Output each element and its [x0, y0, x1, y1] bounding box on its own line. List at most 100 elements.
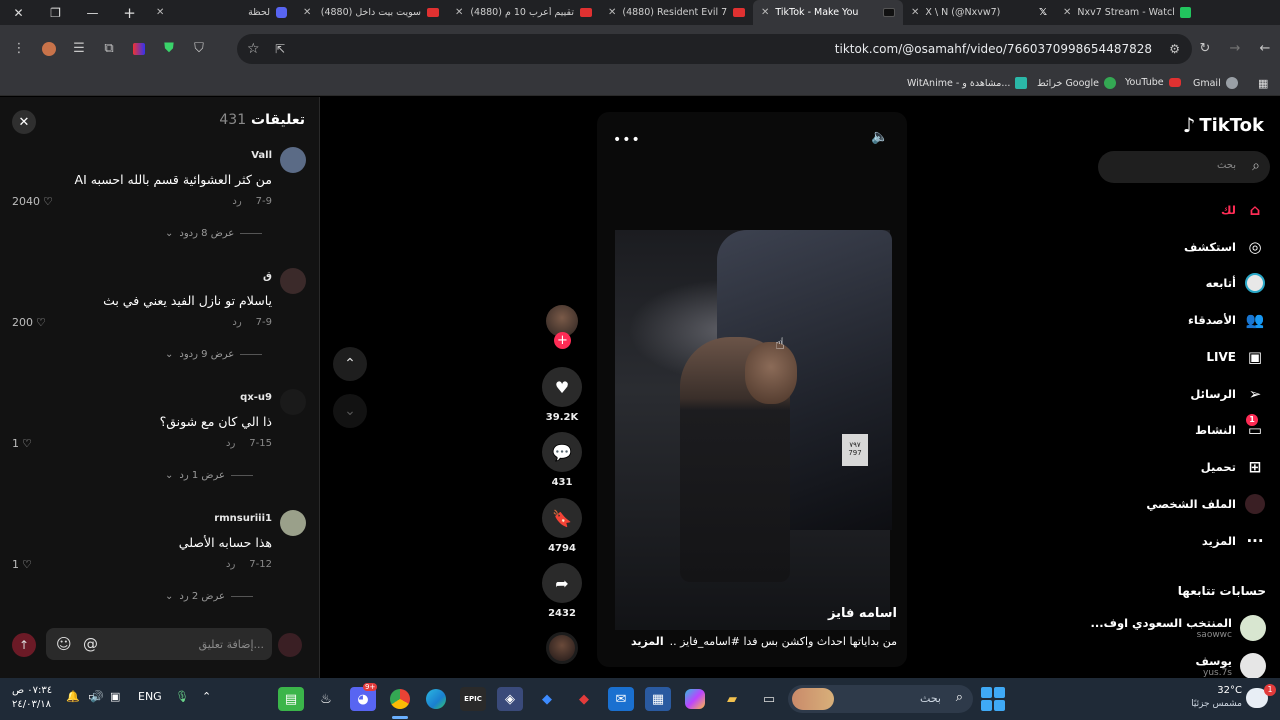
omnibox[interactable]: ☆ ⇱ tiktok.com/@osamahf/video/7660370998…	[237, 34, 1192, 64]
app-icon[interactable]: ▤	[278, 687, 304, 711]
like-comment-button[interactable]: 1 ♡	[12, 437, 32, 450]
tiktok-logo[interactable]: ♪ TikTok	[1183, 113, 1264, 137]
close-window-button[interactable]: ✕	[0, 0, 37, 25]
close-tab-icon[interactable]: ✕	[156, 7, 164, 18]
comment-input[interactable]: ☺ @ إضافة تعليق...	[46, 628, 272, 660]
nav-following[interactable]: أتابعه	[1206, 271, 1266, 295]
close-tab-icon[interactable]: ✕	[1063, 7, 1071, 18]
avatar[interactable]	[280, 268, 306, 294]
url-text[interactable]: tiktok.com/@osamahf/video/76603709986544…	[835, 42, 1152, 56]
previous-video-button[interactable]: ⌃	[333, 347, 367, 381]
view-replies-button[interactable]: عرض 2 رد ⌄	[165, 591, 253, 602]
reply-button[interactable]: رد	[226, 438, 235, 449]
nav-messages[interactable]: ➢ الرسائل	[1190, 382, 1266, 406]
tab-youtube-2[interactable]: ✕ (4880) تقييم أعرب 10 م	[447, 0, 600, 25]
clock[interactable]: ٠٧:٣٤ ص ٢٤/٠٣/١٨	[12, 684, 54, 711]
mail-icon[interactable]: ✉	[608, 687, 634, 711]
avatar[interactable]	[280, 389, 306, 415]
bookmark-icon[interactable]: 🔖	[542, 498, 582, 538]
close-comments-button[interactable]: ✕	[12, 110, 36, 134]
close-tab-icon[interactable]: ✕	[761, 7, 769, 18]
video-author[interactable]: اسامه فايز	[828, 606, 897, 621]
dropbox-icon[interactable]: ◆	[534, 687, 560, 711]
follow-button[interactable]: +	[554, 332, 571, 349]
chrome-icon[interactable]	[387, 687, 413, 711]
comment-username[interactable]: Vall	[251, 150, 272, 161]
minimize-window-button[interactable]: —	[74, 0, 111, 25]
like-comment-button[interactable]: 1 ♡	[12, 558, 32, 571]
app-icon[interactable]: ◈	[497, 687, 523, 711]
nav-explore[interactable]: ◎ استكشف	[1184, 235, 1266, 259]
avatar[interactable]	[280, 510, 306, 536]
comment-username[interactable]: ق	[263, 271, 272, 282]
followed-account[interactable]: المنتخب السعودي اوف... saowwc	[1091, 615, 1266, 641]
steam-icon[interactable]: ♨	[313, 687, 339, 711]
comment-icon[interactable]: 💬	[542, 432, 582, 472]
like-comment-button[interactable]: 200 ♡	[12, 316, 46, 329]
close-tab-icon[interactable]: ✕	[455, 7, 463, 18]
close-tab-icon[interactable]: ✕	[303, 7, 311, 18]
nav-for-you[interactable]: ⌂ لك	[1221, 198, 1266, 222]
store-icon[interactable]: ▦	[645, 687, 671, 711]
restore-window-button[interactable]: ❐	[37, 0, 74, 25]
tab-x[interactable]: ✕ X \ N (@Nxvw7) 𝕏	[903, 0, 1055, 25]
extension-icon[interactable]	[124, 34, 154, 64]
bookmark-witanime[interactable]: WitAnime - مشاهدة و...	[907, 77, 1028, 89]
copilot-icon[interactable]	[682, 687, 708, 711]
mention-icon[interactable]: @	[83, 635, 98, 653]
tab-youtube-3[interactable]: ✕ (4880) Resident Evil 7	[600, 0, 753, 25]
close-tab-icon[interactable]: ✕	[911, 7, 919, 18]
send-button[interactable]: ↑	[12, 633, 36, 657]
notifications-icon[interactable]: 🔔	[66, 690, 80, 703]
microphone-icon[interactable]: 🎙	[175, 690, 189, 703]
menu-icon[interactable]: ⋮	[4, 34, 34, 64]
forward-icon[interactable]: →	[1220, 34, 1250, 64]
bookmark-star-icon[interactable]: ☆	[247, 41, 260, 57]
search-icon[interactable]: ⌕	[1252, 158, 1260, 174]
extension-icon[interactable]: ☰	[64, 34, 94, 64]
app-icon[interactable]: ◆	[571, 687, 597, 711]
reply-button[interactable]: رد	[226, 559, 235, 570]
view-replies-button[interactable]: عرض 9 ردود ⌄	[165, 349, 263, 360]
epic-games-icon[interactable]: EPIC	[460, 687, 486, 711]
share-icon[interactable]: ➦	[542, 563, 582, 603]
shield-icon[interactable]: ⛉	[184, 34, 214, 64]
nav-profile[interactable]: الملف الشخصي	[1146, 492, 1266, 516]
app-icon[interactable]: ▭	[756, 687, 782, 711]
tab-stream[interactable]: ✕ Nxv7 Stream - Watch	[1055, 0, 1199, 25]
weather-widget[interactable]: 32°C مشمس جزئيًا	[1190, 684, 1242, 710]
file-explorer-icon[interactable]: ▰	[719, 687, 745, 711]
comment-username[interactable]: qx-u9	[240, 392, 272, 403]
close-tab-icon[interactable]: ✕	[608, 7, 616, 18]
all-bookmarks-icon[interactable]: ▦	[1258, 77, 1268, 90]
volume-icon[interactable]: 🔈	[871, 129, 888, 145]
reply-button[interactable]: رد	[232, 196, 241, 207]
like-comment-button[interactable]: 2040 ♡	[12, 195, 53, 208]
emoji-icon[interactable]: ☺	[56, 635, 72, 653]
comment-username[interactable]: rmnsuriii1	[214, 513, 272, 524]
bookmark-gmail[interactable]: Gmail	[1193, 77, 1238, 89]
search-input[interactable]: ⌕ بحث	[1098, 151, 1270, 183]
music-disc-icon[interactable]	[546, 632, 578, 664]
tab-discord[interactable]: ✕ لحظة	[148, 0, 295, 25]
puzzle-icon[interactable]: ⧉	[94, 34, 124, 64]
edge-icon[interactable]	[423, 687, 449, 711]
new-tab-button[interactable]: +	[111, 0, 148, 25]
network-icon[interactable]: ▣	[110, 690, 120, 703]
bookmark-maps[interactable]: خرائط Google	[1037, 77, 1116, 89]
start-button[interactable]	[981, 687, 1005, 711]
back-icon[interactable]: ←	[1250, 34, 1280, 64]
speaker-icon[interactable]: 🔊	[90, 690, 104, 703]
bookmark-youtube[interactable]: YouTube	[1125, 77, 1181, 88]
reply-button[interactable]: رد	[232, 317, 241, 328]
taskbar-search[interactable]: بحث ⌕	[788, 685, 973, 713]
tab-youtube-1[interactable]: ✕ (4880) سويت بيت داخل	[295, 0, 447, 25]
shield-icon[interactable]: ⛊	[154, 34, 184, 64]
install-app-icon[interactable]: ⇱	[275, 42, 285, 56]
view-replies-button[interactable]: عرض 1 رد ⌄	[165, 470, 253, 481]
avatar[interactable]	[280, 147, 306, 173]
site-info-icon[interactable]: ⚙	[1169, 42, 1180, 56]
caption-more-button[interactable]: المزيد	[631, 635, 664, 648]
nav-activity[interactable]: ▭ النشاط 1	[1195, 414, 1266, 442]
tab-tiktok[interactable]: ✕ TikTok - Make You	[753, 0, 903, 25]
